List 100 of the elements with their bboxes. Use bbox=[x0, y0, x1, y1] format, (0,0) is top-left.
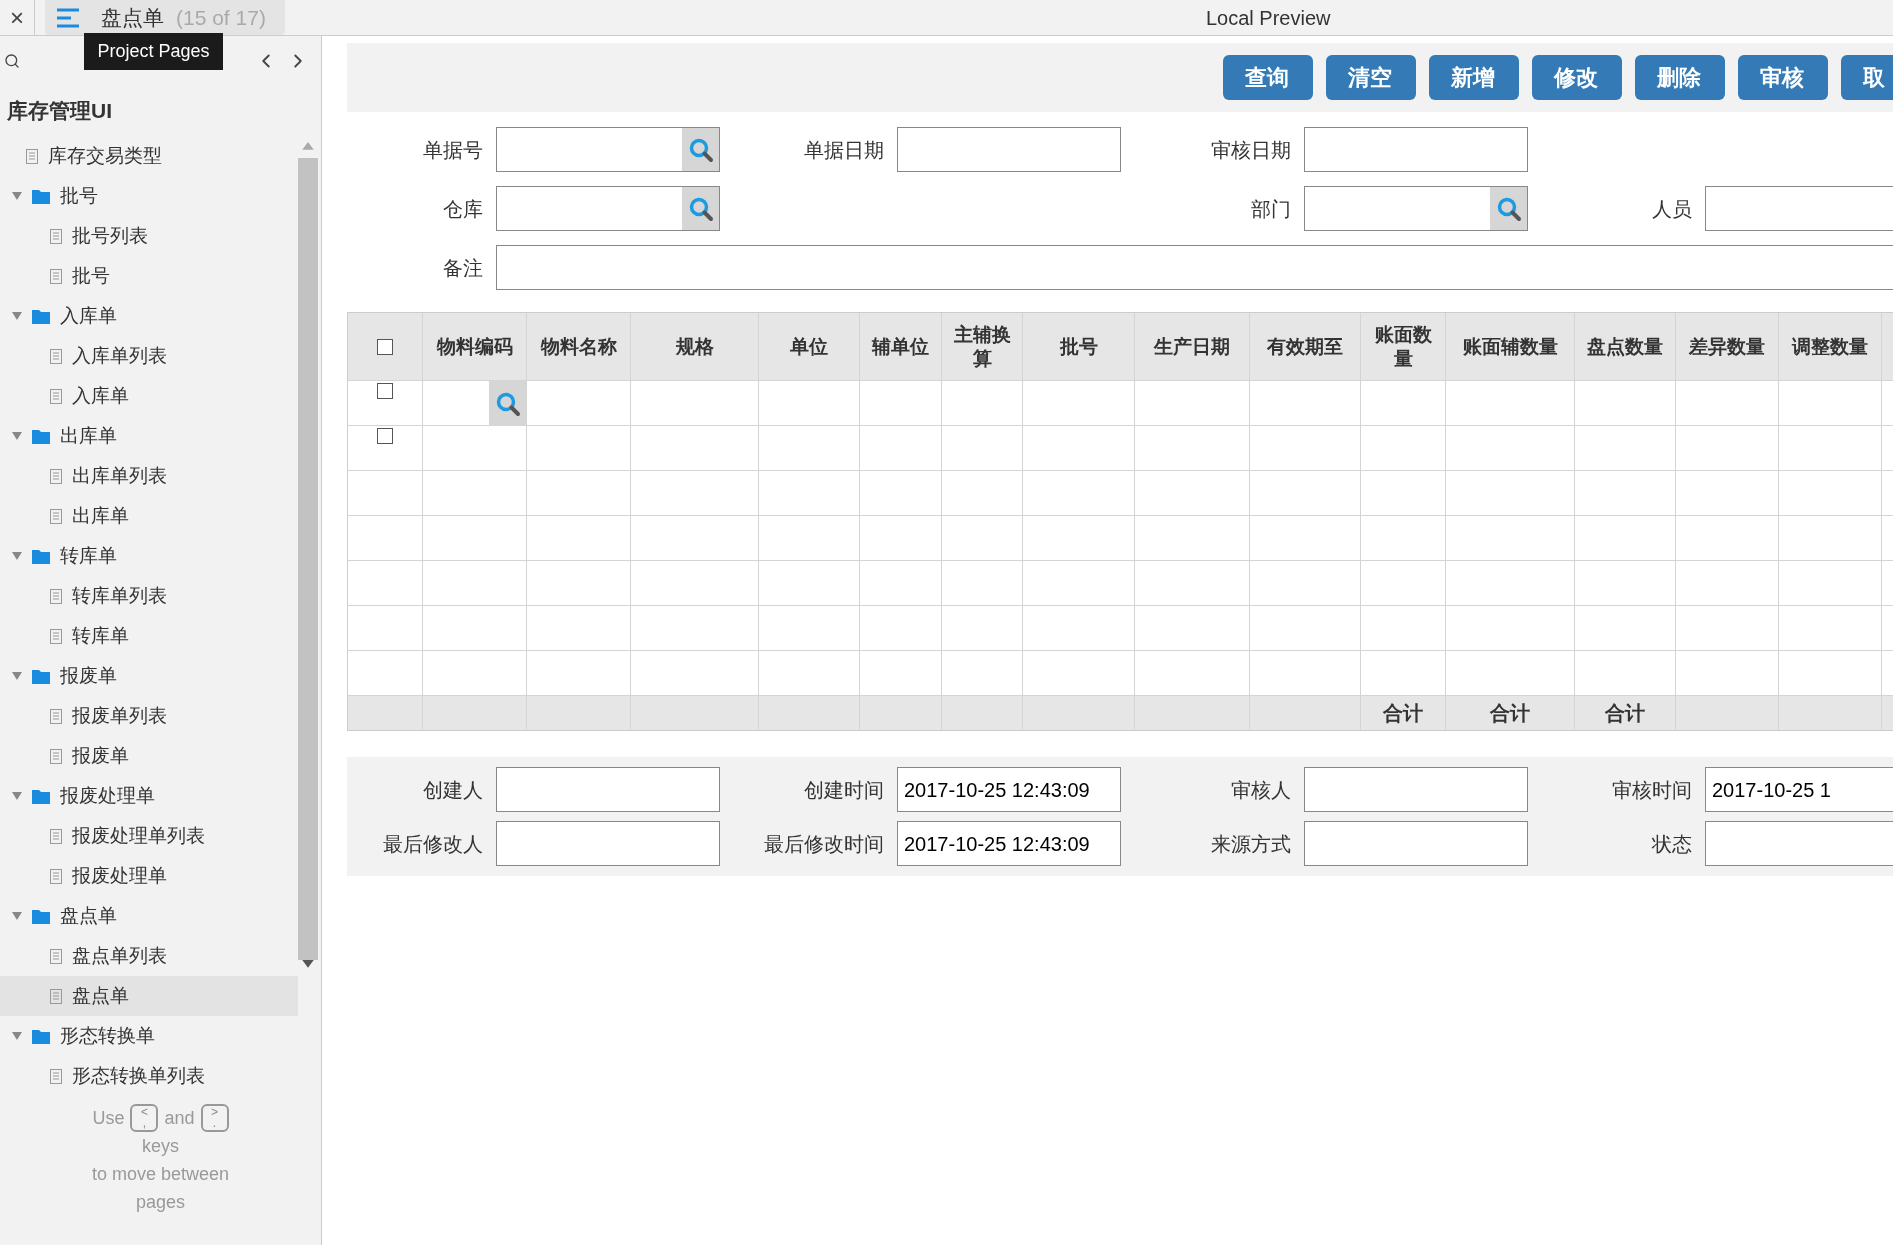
checkbox[interactable] bbox=[377, 383, 393, 399]
page-item[interactable]: 出库单 bbox=[0, 496, 298, 536]
caret-icon[interactable] bbox=[12, 552, 22, 560]
input-field[interactable] bbox=[1705, 186, 1893, 231]
scroll-up-icon[interactable] bbox=[302, 142, 314, 150]
page-icon bbox=[50, 348, 62, 364]
page-item[interactable]: 报废处理单 bbox=[0, 856, 298, 896]
hint-text: pages bbox=[135, 1191, 185, 1214]
page-item[interactable]: 批号列表 bbox=[0, 216, 298, 256]
menu-icon[interactable] bbox=[55, 6, 81, 29]
page-icon bbox=[50, 868, 62, 884]
checkbox[interactable] bbox=[377, 338, 393, 355]
input-field[interactable] bbox=[897, 127, 1121, 172]
page-item[interactable]: 报废单列表 bbox=[0, 696, 298, 736]
folder-item[interactable]: 盘点单 bbox=[0, 896, 298, 936]
search-icon bbox=[1495, 195, 1522, 222]
page-icon bbox=[50, 948, 62, 964]
folder-item[interactable]: 报废处理单 bbox=[0, 776, 298, 816]
total-label: 合计 bbox=[1490, 701, 1530, 726]
hint-text: to move between bbox=[91, 1163, 230, 1186]
folder-item[interactable]: 转库单 bbox=[0, 536, 298, 576]
key-cap: > . bbox=[200, 1104, 229, 1132]
caret-icon[interactable] bbox=[12, 672, 22, 680]
project-title: 库存管理UI bbox=[6, 98, 113, 125]
search-button[interactable] bbox=[489, 381, 526, 426]
page-icon bbox=[26, 148, 38, 164]
input-field[interactable]: 2017-10-25 12:43:09 bbox=[897, 821, 1121, 866]
page-item[interactable]: 批号 bbox=[0, 256, 298, 296]
folder-item[interactable]: 出库单 bbox=[0, 416, 298, 456]
input-field[interactable] bbox=[1304, 767, 1528, 812]
search-button[interactable] bbox=[682, 128, 719, 171]
page-tab[interactable]: 盘点单 (15 of 17) bbox=[45, 0, 285, 35]
field-label: 创建人 bbox=[423, 777, 483, 803]
column-header: 盘点数量 bbox=[1587, 334, 1663, 359]
page-item[interactable]: 报废处理单列表 bbox=[0, 816, 298, 856]
input-field[interactable] bbox=[496, 821, 720, 866]
action-button[interactable]: 查询 bbox=[1223, 55, 1313, 100]
caret-icon[interactable] bbox=[12, 1032, 22, 1040]
field-label: 仓库 bbox=[443, 196, 483, 222]
hint-text: Use bbox=[92, 1107, 125, 1130]
folder-item[interactable]: 形态转换单 bbox=[0, 1016, 298, 1056]
column-header: 生产日期 bbox=[1154, 334, 1230, 359]
page-icon bbox=[50, 708, 62, 724]
close-button[interactable]: × bbox=[0, 0, 35, 35]
field-label: 来源方式 bbox=[1211, 831, 1291, 857]
page-item[interactable]: 库存交易类型 bbox=[0, 136, 298, 176]
input-field[interactable] bbox=[1304, 127, 1528, 172]
lookup-field[interactable] bbox=[496, 127, 720, 172]
caret-icon[interactable] bbox=[12, 312, 22, 320]
caret-icon[interactable] bbox=[12, 432, 22, 440]
field-label: 状态 bbox=[1652, 831, 1692, 857]
input-field[interactable] bbox=[1705, 821, 1893, 866]
input-field[interactable]: 2017-10-25 12:43:09 bbox=[897, 767, 1121, 812]
folder-item[interactable]: 报废单 bbox=[0, 656, 298, 696]
page-item[interactable]: 形态转换单列表 bbox=[0, 1056, 298, 1096]
folder-item[interactable]: 入库单 bbox=[0, 296, 298, 336]
folder-item[interactable]: 批号 bbox=[0, 176, 298, 216]
page-item[interactable]: 盘点单 bbox=[0, 976, 298, 1016]
lookup-field[interactable] bbox=[496, 186, 720, 231]
column-header: 账面数量 bbox=[1373, 322, 1433, 371]
action-button[interactable]: 删除 bbox=[1635, 55, 1725, 100]
folder-icon bbox=[32, 788, 50, 804]
field-label: 最后修改人 bbox=[383, 831, 483, 857]
input-field[interactable] bbox=[496, 245, 1893, 290]
input-field[interactable] bbox=[1304, 821, 1528, 866]
action-button[interactable]: 审核 bbox=[1738, 55, 1828, 100]
folder-icon bbox=[32, 1028, 50, 1044]
caret-icon[interactable] bbox=[12, 912, 22, 920]
action-button[interactable]: 新增 bbox=[1429, 55, 1519, 100]
hint-text: and bbox=[164, 1107, 195, 1130]
page-item[interactable]: 报废单 bbox=[0, 736, 298, 776]
field-label: 创建时间 bbox=[804, 777, 884, 803]
key-cap: < , bbox=[130, 1104, 159, 1132]
page-item[interactable]: 盘点单列表 bbox=[0, 936, 298, 976]
folder-icon bbox=[32, 308, 50, 324]
page-icon bbox=[50, 588, 62, 604]
field-label: 人员 bbox=[1652, 196, 1692, 222]
folder-icon bbox=[32, 668, 50, 684]
checkbox[interactable] bbox=[377, 428, 393, 444]
search-button[interactable] bbox=[682, 187, 719, 230]
lookup-field[interactable] bbox=[1304, 186, 1528, 231]
column-header: 规格 bbox=[675, 334, 714, 359]
page-item[interactable]: 转库单 bbox=[0, 616, 298, 656]
total-label: 合计 bbox=[1605, 701, 1645, 726]
input-field[interactable]: 2017-10-25 1 bbox=[1705, 767, 1893, 812]
input-field[interactable] bbox=[496, 767, 720, 812]
page-item[interactable]: 转库单列表 bbox=[0, 576, 298, 616]
search-icon[interactable] bbox=[4, 53, 20, 69]
column-header: 单位 bbox=[790, 334, 828, 359]
action-button[interactable]: 修改 bbox=[1532, 55, 1622, 100]
action-button[interactable]: 取 bbox=[1841, 55, 1893, 100]
page-item[interactable]: 出库单列表 bbox=[0, 456, 298, 496]
caret-icon[interactable] bbox=[12, 792, 22, 800]
action-button[interactable]: 清空 bbox=[1326, 55, 1416, 100]
page-item[interactable]: 入库单列表 bbox=[0, 336, 298, 376]
hint-text: keys bbox=[142, 1135, 179, 1158]
search-button[interactable] bbox=[1490, 187, 1527, 230]
caret-icon[interactable] bbox=[12, 192, 22, 200]
page-item[interactable]: 入库单 bbox=[0, 376, 298, 416]
column-header: 物料编码 bbox=[436, 334, 513, 359]
